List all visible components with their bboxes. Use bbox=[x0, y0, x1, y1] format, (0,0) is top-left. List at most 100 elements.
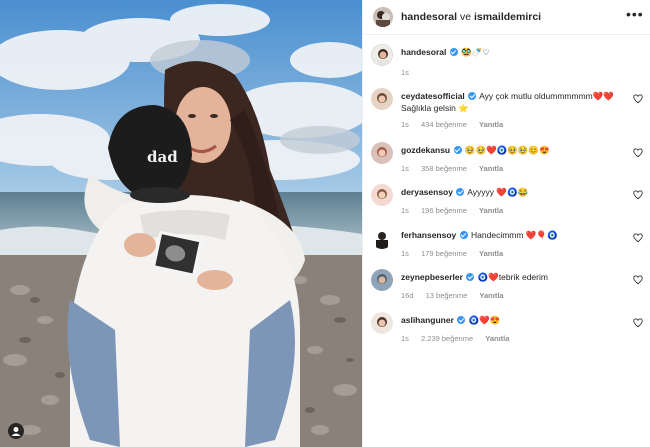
comment-text: ceydatesofficial Ayy çok mutlu oldummmmm… bbox=[401, 90, 621, 114]
comment-text: deryasensoy Ayyyyy ❤️🧿😂 bbox=[401, 186, 621, 198]
comment-time[interactable]: 1s bbox=[401, 206, 409, 215]
photo-illustration: dad bbox=[0, 0, 362, 447]
verified-icon bbox=[459, 231, 468, 239]
more-icon: ••• bbox=[626, 6, 644, 22]
reply-button[interactable]: Yanıtla bbox=[479, 249, 503, 258]
comment-likes[interactable]: 2.239 beğenme bbox=[421, 334, 473, 343]
comment-avatar[interactable] bbox=[371, 142, 393, 164]
comment-time[interactable]: 1s bbox=[401, 120, 409, 129]
comment-text: ferhansensoy Handecimmm ❤️🎈🧿 bbox=[401, 229, 621, 241]
cap-text: dad bbox=[147, 148, 178, 166]
comment-body: Handecimmm ❤️🎈🧿 bbox=[471, 230, 558, 240]
avatar-image bbox=[373, 7, 393, 27]
comment-avatar[interactable] bbox=[371, 227, 393, 249]
verified-icon bbox=[468, 92, 477, 100]
comment-row: deryasensoy Ayyyyy ❤️🧿😂 1s 196 beğenme Y… bbox=[371, 184, 643, 218]
heart-icon bbox=[633, 233, 643, 243]
like-comment-button[interactable] bbox=[633, 275, 643, 285]
comment-username[interactable]: ferhansensoy bbox=[401, 230, 456, 240]
comment-likes[interactable]: 196 beğenme bbox=[421, 206, 467, 215]
comment-username[interactable]: ceydatesofficial bbox=[401, 91, 465, 101]
comment-row: ceydatesofficial Ayy çok mutlu oldummmmm… bbox=[371, 88, 643, 132]
reply-button[interactable]: Yanıtla bbox=[479, 120, 503, 129]
like-comment-button[interactable] bbox=[633, 148, 643, 158]
comment-row: aslihanguner 🧿❤️😍 1s 2.239 beğenme Yanıt… bbox=[371, 312, 643, 346]
comment-meta: 16d 13 beğenme Yanıtla bbox=[401, 291, 514, 300]
authors-conjunction: ve bbox=[459, 11, 472, 23]
avatar-image bbox=[372, 45, 392, 65]
verified-icon bbox=[453, 146, 462, 154]
comment-likes[interactable]: 179 beğenme bbox=[421, 249, 467, 258]
heart-icon bbox=[633, 318, 643, 328]
reply-button[interactable]: Yanıtla bbox=[485, 334, 509, 343]
verified-icon bbox=[457, 316, 466, 324]
comment-likes[interactable]: 434 beğenme bbox=[421, 120, 467, 129]
avatar-image bbox=[371, 142, 393, 164]
comment-avatar[interactable] bbox=[371, 269, 393, 291]
comment-text: aslihanguner 🧿❤️😍 bbox=[401, 314, 621, 326]
caption-meta: 1s bbox=[401, 68, 419, 77]
caption-avatar[interactable] bbox=[371, 44, 393, 66]
comment-meta: 1s 196 beğenme Yanıtla bbox=[401, 206, 513, 215]
comment-time[interactable]: 1s bbox=[401, 164, 409, 173]
like-comment-button[interactable] bbox=[633, 233, 643, 243]
avatar-image bbox=[371, 88, 393, 110]
avatar-image bbox=[371, 227, 393, 249]
heart-icon bbox=[633, 94, 643, 104]
heart-icon bbox=[633, 190, 643, 200]
post-photo[interactable]: dad bbox=[0, 0, 362, 447]
verified-icon bbox=[466, 273, 475, 281]
caption-body: 🥸🍼♡ bbox=[461, 47, 490, 57]
post-panel: handesoral ve ismaildemirci ••• handesor… bbox=[362, 0, 650, 447]
verified-icon bbox=[456, 188, 465, 196]
caption-row: handesoral 🥸🍼♡ 1s bbox=[371, 44, 643, 80]
caption-username[interactable]: handesoral bbox=[401, 47, 446, 57]
comment-row: ferhansensoy Handecimmm ❤️🎈🧿 1s 179 beğe… bbox=[371, 227, 643, 261]
comment-time[interactable]: 1s bbox=[401, 249, 409, 258]
comment-username[interactable]: aslihanguner bbox=[401, 315, 454, 325]
tagged-users-button[interactable] bbox=[8, 423, 24, 439]
comment-text: gozdekansu 🥹🥹❤️🧿🥹🥹😊😍 bbox=[401, 144, 621, 156]
caption-time[interactable]: 1s bbox=[401, 68, 409, 77]
comment-avatar[interactable] bbox=[371, 88, 393, 110]
comment-time[interactable]: 1s bbox=[401, 334, 409, 343]
comment-avatar[interactable] bbox=[371, 312, 393, 334]
comment-row: gozdekansu 🥹🥹❤️🧿🥹🥹😊😍 1s 358 beğenme Yanı… bbox=[371, 142, 643, 176]
heart-icon bbox=[633, 148, 643, 158]
post-header: handesoral ve ismaildemirci ••• bbox=[363, 0, 650, 35]
comment-meta: 1s 179 beğenme Yanıtla bbox=[401, 249, 513, 258]
comment-meta: 1s 358 beğenme Yanıtla bbox=[401, 164, 513, 173]
author-username-2[interactable]: ismaildemirci bbox=[474, 11, 541, 23]
more-options-button[interactable]: ••• bbox=[626, 6, 644, 24]
comment-username[interactable]: deryasensoy bbox=[401, 187, 453, 197]
comment-body: 🥹🥹❤️🧿🥹🥹😊😍 bbox=[464, 145, 550, 155]
comment-likes[interactable]: 13 beğenme bbox=[426, 291, 468, 300]
comment-meta: 1s 434 beğenme Yanıtla bbox=[401, 120, 513, 129]
reply-button[interactable]: Yanıtla bbox=[479, 291, 503, 300]
comment-likes[interactable]: 358 beğenme bbox=[421, 164, 467, 173]
comment-body: 🧿❤️😍 bbox=[468, 315, 501, 325]
comment-text: zeynepbeserler 🧿❤️tebrik ederim bbox=[401, 271, 621, 283]
verified-icon bbox=[449, 48, 458, 56]
avatar-image bbox=[371, 269, 393, 291]
comment-time[interactable]: 16d bbox=[401, 291, 414, 300]
user-icon bbox=[11, 427, 21, 436]
heart-icon bbox=[633, 275, 643, 285]
avatar-image bbox=[371, 312, 393, 334]
like-comment-button[interactable] bbox=[633, 318, 643, 328]
comment-avatar[interactable] bbox=[371, 184, 393, 206]
author-username-1[interactable]: handesoral bbox=[401, 11, 457, 23]
comment-meta: 1s 2.239 beğenme Yanıtla bbox=[401, 334, 519, 343]
like-comment-button[interactable] bbox=[633, 190, 643, 200]
like-comment-button[interactable] bbox=[633, 94, 643, 104]
author-avatar[interactable] bbox=[373, 7, 393, 27]
comment-body: 🧿❤️tebrik ederim bbox=[477, 272, 548, 282]
comment-username[interactable]: gozdekansu bbox=[401, 145, 450, 155]
comment-body: Ayyyyy ❤️🧿😂 bbox=[467, 187, 529, 197]
reply-button[interactable]: Yanıtla bbox=[479, 206, 503, 215]
reply-button[interactable]: Yanıtla bbox=[479, 164, 503, 173]
comment-row: zeynepbeserler 🧿❤️tebrik ederim 16d 13 b… bbox=[371, 269, 643, 303]
caption-text: handesoral 🥸🍼♡ bbox=[401, 46, 621, 58]
comment-username[interactable]: zeynepbeserler bbox=[401, 272, 463, 282]
post-authors: handesoral ve ismaildemirci bbox=[401, 11, 541, 23]
